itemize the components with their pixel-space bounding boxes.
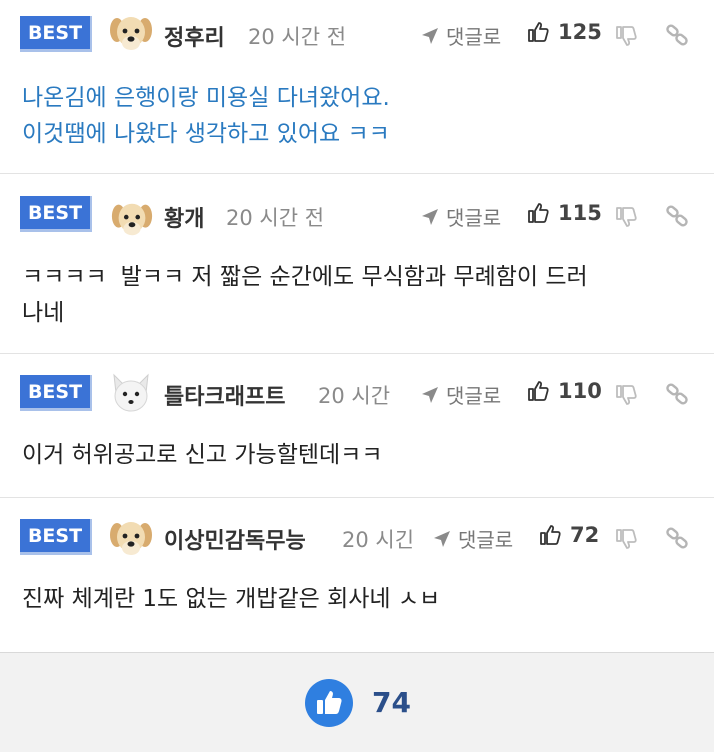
thumbs-down-icon[interactable] bbox=[614, 205, 638, 229]
author-name[interactable]: 틀타크래프트 bbox=[164, 379, 285, 411]
thumbs-up-icon bbox=[538, 523, 562, 547]
article-like-count: 74 bbox=[372, 686, 411, 719]
comment-text: 나온김에 은행이랑 미용실 다녀왔어요. 이것땜에 나왔다 생각하고 있어요 ㅋ… bbox=[22, 80, 390, 152]
comment-item: BEST 황개 20 시간 전 댓글로 115 ㅋㅋㅋㅋ 발ㅋㅋ 저 짧은 순간에… bbox=[0, 175, 714, 354]
comment-text: ㅋㅋㅋㅋ 발ㅋㅋ 저 짧은 순간에도 무식함과 무례함이 드러 나네 bbox=[22, 259, 588, 331]
white-fox-avatar-icon[interactable] bbox=[108, 371, 154, 417]
comment-meta: BEST 황개 20 시간 전 댓글로 115 bbox=[0, 181, 714, 237]
comment-text-line: 나온김에 은행이랑 미용실 다녀왔어요. bbox=[22, 85, 390, 111]
like-button[interactable]: 110 bbox=[526, 379, 602, 403]
send-arrow-icon bbox=[420, 385, 440, 405]
thumbs-down-icon[interactable] bbox=[614, 383, 638, 407]
comment-text-line: ㅋㅋㅋㅋ 발ㅋㅋ 저 짧은 순간에도 무식함과 무례함이 드러 bbox=[22, 259, 588, 295]
comment-item: BEST 틀타크래프트 20 시간 댓글로 110 이거 허위공고로 신고 가능… bbox=[0, 355, 714, 498]
like-button[interactable]: 72 bbox=[538, 523, 599, 547]
like-button[interactable]: 125 bbox=[526, 20, 602, 44]
author-name[interactable]: 황개 bbox=[164, 201, 204, 233]
puppy-avatar-icon[interactable] bbox=[108, 515, 154, 561]
like-button[interactable]: 115 bbox=[526, 201, 602, 225]
send-arrow-icon bbox=[420, 207, 440, 227]
comment-meta: BEST 틀타크래프트 20 시간 댓글로 110 bbox=[0, 361, 714, 417]
comment-text: 진짜 체계란 1도 없는 개밥같은 회사네 ㅅㅂ bbox=[22, 581, 440, 617]
comment-item: BEST 이상민감독무능 20 시긴 댓글로 72 진짜 체계란 1도 없는 개… bbox=[0, 499, 714, 632]
thumbs-up-icon bbox=[526, 201, 550, 225]
comment-text: 이거 허위공고로 신고 가능할텐데ㅋㅋ bbox=[22, 437, 383, 473]
comment-text-fragment: ㅋㅋㅋㅋ bbox=[22, 264, 107, 290]
send-arrow-icon bbox=[420, 26, 440, 46]
timestamp: 20 시긴 bbox=[342, 528, 415, 552]
thumbs-up-circle-icon[interactable] bbox=[304, 678, 354, 728]
censor-mask bbox=[106, 264, 121, 291]
like-count: 110 bbox=[558, 379, 602, 403]
like-count: 115 bbox=[558, 201, 602, 225]
comment-text-line: 이것땜에 나왔다 생각하고 있어요 ㅋㅋ bbox=[22, 121, 390, 147]
reply-button[interactable]: 댓글로 bbox=[420, 380, 501, 409]
author-name[interactable]: 이상민감독무능 bbox=[164, 523, 306, 555]
reply-label: 댓글로 bbox=[446, 384, 502, 408]
puppy-avatar-icon[interactable] bbox=[108, 10, 154, 56]
comment-text-fragment: 발ㅋㅋ 저 짧은 순간에도 무식함과 무례함이 드러 bbox=[120, 264, 588, 290]
link-icon[interactable] bbox=[664, 381, 690, 407]
thumbs-down-icon[interactable] bbox=[614, 24, 638, 48]
reply-label: 댓글로 bbox=[446, 206, 502, 230]
like-count: 72 bbox=[570, 523, 600, 547]
reply-label: 댓글로 bbox=[458, 528, 514, 552]
comment-item: BEST 정후리 20 시간 전 댓글로 125 나온김에 은행이랑 미용실 다… bbox=[0, 0, 714, 174]
reply-button[interactable]: 댓글로 bbox=[432, 524, 513, 553]
timestamp: 20 시간 bbox=[318, 384, 391, 408]
best-badge: BEST bbox=[20, 16, 92, 52]
reply-button[interactable]: 댓글로 bbox=[420, 202, 501, 231]
thumbs-up-icon bbox=[526, 20, 550, 44]
link-icon[interactable] bbox=[664, 203, 690, 229]
timestamp: 20 시간 전 bbox=[248, 25, 347, 49]
reply-label: 댓글로 bbox=[446, 25, 502, 49]
best-badge: BEST bbox=[20, 375, 92, 411]
author-name[interactable]: 정후리 bbox=[164, 20, 225, 52]
reply-button[interactable]: 댓글로 bbox=[420, 21, 501, 50]
like-count: 125 bbox=[558, 20, 602, 44]
send-arrow-icon bbox=[432, 529, 452, 549]
comment-meta: BEST 정후리 20 시간 전 댓글로 125 bbox=[0, 6, 714, 62]
thumbs-up-icon bbox=[526, 379, 550, 403]
comment-text-line: 나네 bbox=[22, 300, 65, 326]
link-icon[interactable] bbox=[664, 525, 690, 551]
timestamp: 20 시간 전 bbox=[226, 206, 325, 230]
comment-text-line: 진짜 체계란 1도 없는 개밥같은 회사네 ㅅㅂ bbox=[22, 586, 441, 612]
article-like-bar: 74 bbox=[0, 652, 714, 752]
best-badge: BEST bbox=[20, 196, 92, 232]
comment-meta: BEST 이상민감독무능 20 시긴 댓글로 72 bbox=[0, 505, 714, 561]
comment-text-line: 이거 허위공고로 신고 가능할텐데ㅋㅋ bbox=[22, 442, 383, 468]
puppy-avatar-icon[interactable] bbox=[110, 193, 154, 245]
thumbs-down-icon[interactable] bbox=[614, 527, 638, 551]
link-icon[interactable] bbox=[664, 22, 690, 48]
best-badge: BEST bbox=[20, 519, 92, 555]
